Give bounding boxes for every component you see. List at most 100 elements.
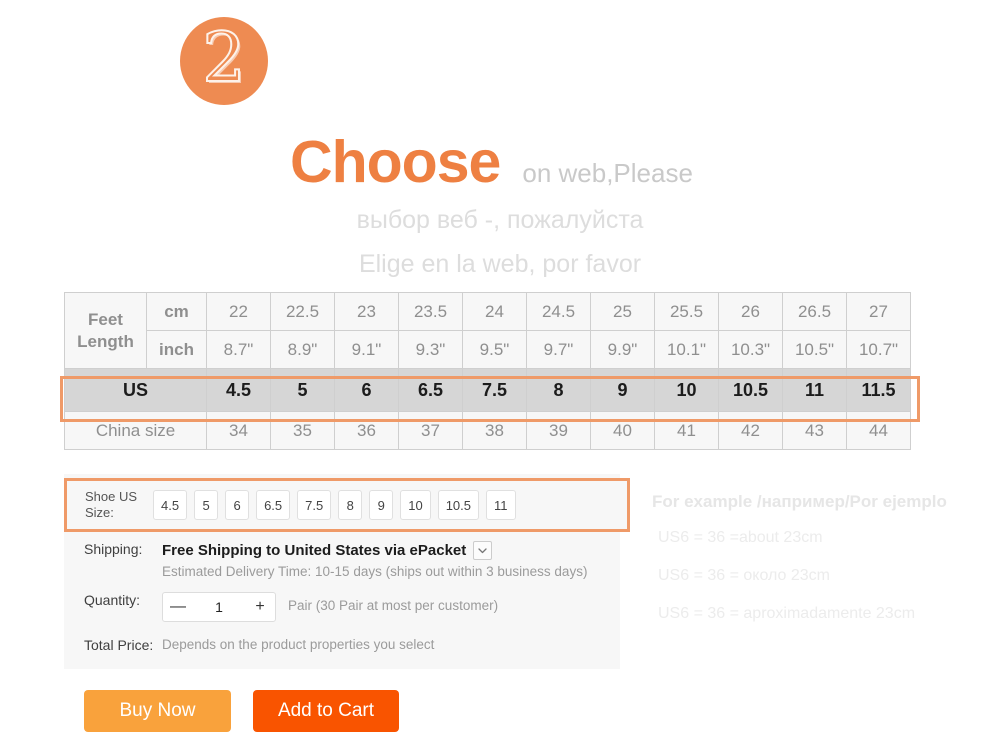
shoe-size-label: Shoe US Size: bbox=[85, 489, 138, 520]
inch-cell: 10.7" bbox=[846, 330, 911, 369]
china-cell: 44 bbox=[846, 411, 911, 450]
china-cell: 43 bbox=[782, 411, 847, 450]
shoe-size-selector: Shoe US Size: 4.5 5 6 6.5 7.5 8 9 10 10.… bbox=[64, 478, 630, 532]
size-chart-table: Feet Length cm 22 22.5 23 23.5 24 24.5 2… bbox=[64, 292, 911, 450]
us-cell: 8 bbox=[526, 368, 591, 412]
quantity-stepper[interactable]: — 1 + bbox=[162, 592, 276, 622]
step-number: 2 bbox=[201, 19, 246, 98]
cm-cell: 22.5 bbox=[270, 292, 335, 331]
cm-cell: 24 bbox=[462, 292, 527, 331]
example-line: US6 = 36 = около 23cm bbox=[658, 567, 830, 584]
page-title-main: Choose bbox=[290, 129, 501, 195]
inch-cell: 9.3" bbox=[398, 330, 463, 369]
cm-unit-header: cm bbox=[146, 292, 207, 331]
chevron-down-icon[interactable] bbox=[473, 541, 493, 560]
china-cell: 34 bbox=[206, 411, 271, 450]
inch-cell: 9.7" bbox=[526, 330, 591, 369]
size-chart: Feet Length cm 22 22.5 23 23.5 24 24.5 2… bbox=[60, 292, 920, 450]
size-option[interactable]: 4.5 bbox=[153, 490, 188, 520]
shipping-row: Shipping: Free Shipping to United States… bbox=[84, 541, 493, 560]
china-cell: 38 bbox=[462, 411, 527, 450]
inch-cell: 9.5" bbox=[462, 330, 527, 369]
us-cell: 9 bbox=[590, 368, 655, 412]
china-cell: 36 bbox=[334, 411, 399, 450]
table-row-cm: Feet Length cm 22 22.5 23 23.5 24 24.5 2… bbox=[64, 292, 911, 369]
table-row-us: US 4.5 5 6 6.5 7.5 8 9 10 10.5 11 11.5 bbox=[64, 368, 911, 412]
total-price-value: Depends on the product properties you se… bbox=[162, 637, 435, 652]
us-cell: 11 bbox=[782, 368, 847, 412]
total-price-label: Total Price: bbox=[84, 637, 154, 653]
action-buttons: Buy Now Add to Cart bbox=[84, 690, 399, 732]
size-chart-body: Feet Length cm 22 22.5 23 23.5 24 24.5 2… bbox=[64, 292, 911, 450]
cm-cell: 25 bbox=[590, 292, 655, 331]
quantity-row: Quantity: — 1 + Pair (30 Pair at most pe… bbox=[84, 592, 498, 622]
inch-cell: 10.1" bbox=[654, 330, 719, 369]
china-cell: 40 bbox=[590, 411, 655, 450]
us-cell: 6.5 bbox=[398, 368, 463, 412]
us-cell: 5 bbox=[270, 368, 335, 412]
cm-cell: 26.5 bbox=[782, 292, 847, 331]
us-cell: 7.5 bbox=[462, 368, 527, 412]
example-block: For example /например/Por ejemplo US6 = … bbox=[652, 492, 1000, 643]
inch-cell: 8.9" bbox=[270, 330, 335, 369]
quantity-label: Quantity: bbox=[84, 592, 141, 608]
size-option[interactable]: 7.5 bbox=[297, 490, 332, 520]
quantity-note: Pair (30 Pair at most per customer) bbox=[288, 598, 499, 613]
china-cell: 39 bbox=[526, 411, 591, 450]
add-to-cart-button[interactable]: Add to Cart bbox=[253, 690, 399, 732]
us-cell: 6 bbox=[334, 368, 399, 412]
shipping-select[interactable]: Free Shipping to United States via ePack… bbox=[162, 541, 493, 560]
inch-cell: 8.7" bbox=[206, 330, 271, 369]
us-cell: 11.5 bbox=[846, 368, 911, 412]
inch-unit-header: inch bbox=[146, 330, 207, 369]
quantity-input[interactable]: 1 bbox=[193, 599, 245, 615]
size-option[interactable]: 6 bbox=[225, 490, 250, 520]
step-badge: 2 bbox=[180, 17, 268, 105]
quantity-increment-button[interactable]: + bbox=[245, 593, 275, 621]
cm-cell: 25.5 bbox=[654, 292, 719, 331]
china-cell: 35 bbox=[270, 411, 335, 450]
shipping-delivery-note: Estimated Delivery Time: 10-15 days (shi… bbox=[162, 564, 588, 579]
buy-now-button[interactable]: Buy Now bbox=[84, 690, 231, 732]
cm-cell: 24.5 bbox=[526, 292, 591, 331]
cm-cell: 26 bbox=[718, 292, 783, 331]
size-option[interactable]: 6.5 bbox=[256, 490, 291, 520]
example-title: For example /например/Por ejemplo bbox=[652, 492, 947, 511]
size-option[interactable]: 10.5 bbox=[437, 490, 480, 520]
cm-cell: 23 bbox=[334, 292, 399, 331]
us-cell: 10.5 bbox=[718, 368, 783, 412]
cm-cell: 27 bbox=[846, 292, 911, 331]
inch-cell: 10.5" bbox=[782, 330, 847, 369]
quantity-decrement-button[interactable]: — bbox=[163, 593, 193, 621]
shipping-selected-value: Free Shipping to United States via ePack… bbox=[162, 542, 467, 559]
cm-cell: 23.5 bbox=[398, 292, 463, 331]
china-size-header: China size bbox=[64, 411, 207, 450]
total-price-row: Total Price: Depends on the product prop… bbox=[84, 637, 434, 653]
china-cell: 42 bbox=[718, 411, 783, 450]
example-line: US6 = 36 = aproximadamente 23cm bbox=[658, 605, 916, 622]
us-cell: 10 bbox=[654, 368, 719, 412]
shoe-size-options: 4.5 5 6 6.5 7.5 8 9 10 10.5 11 bbox=[153, 490, 523, 520]
size-option[interactable]: 11 bbox=[486, 490, 516, 520]
table-row-china: China size 34 35 36 37 38 39 40 41 42 43… bbox=[64, 411, 911, 450]
shipping-label: Shipping: bbox=[84, 541, 143, 557]
china-cell: 41 bbox=[654, 411, 719, 450]
size-option[interactable]: 10 bbox=[400, 490, 431, 520]
example-line: US6 = 36 =about 23cm bbox=[658, 529, 823, 546]
feet-length-header: Feet Length bbox=[64, 292, 147, 369]
table-row-inch: inch 8.7" 8.9" 9.1" 9.3" 9.5" 9.7" 9.9" … bbox=[65, 330, 911, 369]
inch-cell: 9.9" bbox=[590, 330, 655, 369]
subtitle-russian: выбор веб -, пожалуйста bbox=[356, 206, 644, 234]
size-option[interactable]: 9 bbox=[369, 490, 394, 520]
size-option[interactable]: 8 bbox=[338, 490, 363, 520]
inch-cell: 9.1" bbox=[334, 330, 399, 369]
size-option[interactable]: 5 bbox=[194, 490, 219, 520]
page-title-suffix: on web,Please bbox=[522, 158, 693, 188]
inch-cell: 10.3" bbox=[718, 330, 783, 369]
subtitle-spanish: Elige en la web, por favor bbox=[358, 250, 642, 278]
us-header: US bbox=[64, 368, 207, 412]
us-cell: 4.5 bbox=[206, 368, 271, 412]
china-cell: 37 bbox=[398, 411, 463, 450]
cm-cell: 22 bbox=[206, 292, 271, 331]
page-title: Choose on web,Please bbox=[290, 128, 693, 196]
